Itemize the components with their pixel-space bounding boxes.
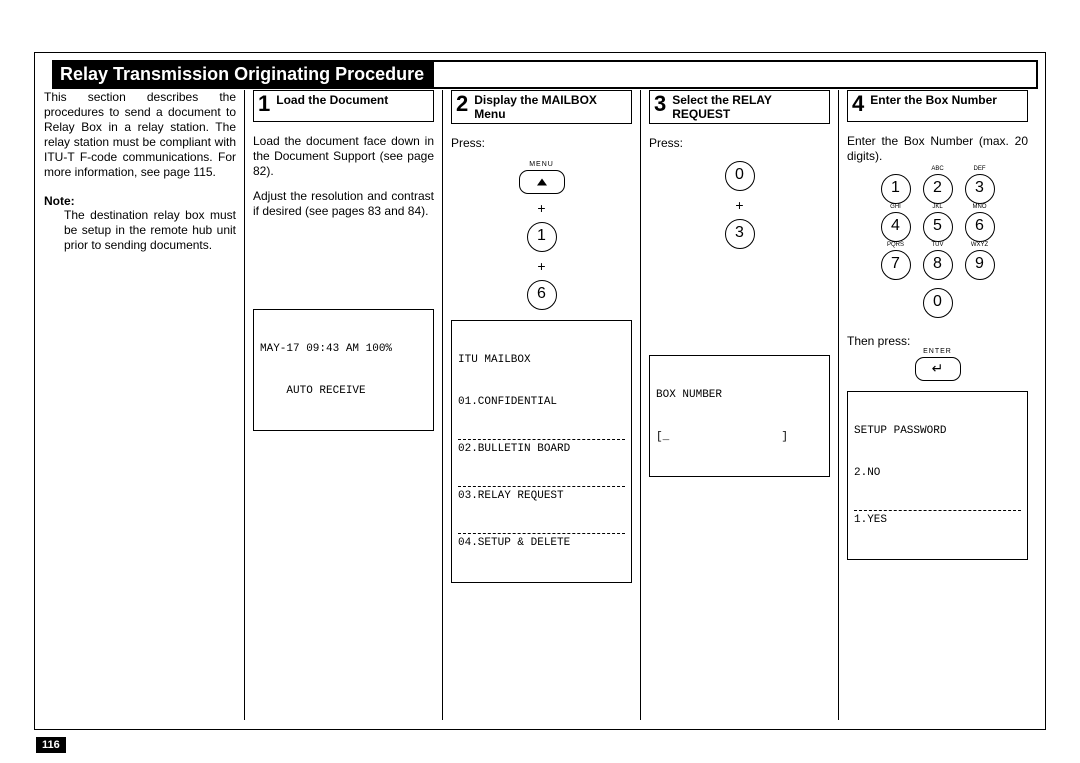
step4-num: 4 bbox=[852, 93, 864, 115]
lcd-row: AUTO RECEIVE bbox=[260, 384, 427, 398]
keypad-key[interactable]: 6 bbox=[965, 212, 995, 242]
lcd-row: 2.NO bbox=[854, 466, 1021, 480]
step2-column: 2 Display the MAILBOX Menu Press: MENU +… bbox=[442, 90, 640, 720]
key-sublabel: PQRS bbox=[875, 242, 917, 248]
key-6[interactable]: 6 bbox=[527, 280, 557, 310]
step1-column: 1 Load the Document Load the document fa… bbox=[244, 90, 442, 720]
menu-label: MENU bbox=[451, 161, 632, 168]
step4-column: 4 Enter the Box Number Enter the Box Num… bbox=[838, 90, 1036, 720]
lcd-row: ITU MAILBOX bbox=[458, 353, 625, 367]
keypad-key[interactable]: 0 bbox=[923, 288, 953, 318]
key-1[interactable]: 1 bbox=[527, 222, 557, 252]
key-3[interactable]: 3 bbox=[725, 219, 755, 249]
plus-icon: + bbox=[451, 200, 632, 216]
plus-icon: + bbox=[649, 197, 830, 213]
keypad-key[interactable]: 1 bbox=[881, 174, 911, 204]
note-label: Note: bbox=[44, 194, 75, 208]
numeric-keypad: 1 ABC2 DEF3 GHI4 JKL5 MNO6 PQRS7 TUV8 WX… bbox=[875, 174, 1001, 326]
enter-label: ENTER bbox=[847, 348, 1028, 355]
keypad-key[interactable]: 9 bbox=[965, 250, 995, 280]
key-sublabel: JKL bbox=[917, 204, 959, 210]
step1-p1: Load the document face down in the Docum… bbox=[253, 134, 434, 179]
up-triangle-icon bbox=[537, 179, 547, 186]
step1-head: 1 Load the Document bbox=[253, 90, 434, 122]
lcd-row: BOX NUMBER bbox=[656, 388, 823, 402]
step1-num: 1 bbox=[258, 93, 270, 115]
lcd-row: MAY-17 09:43 AM 100% bbox=[260, 342, 427, 356]
step2-head: 2 Display the MAILBOX Menu bbox=[451, 90, 632, 124]
lcd-row: 04.SETUP & DELETE bbox=[458, 533, 625, 550]
page-number: 116 bbox=[36, 737, 66, 753]
step2-press: Press: bbox=[451, 136, 632, 151]
step3-num: 3 bbox=[654, 93, 666, 115]
plus-icon: + bbox=[451, 258, 632, 274]
step2-num: 2 bbox=[456, 93, 468, 115]
note-block: Note: The destination relay box must be … bbox=[44, 194, 236, 253]
step3-column: 3 Select the RELAY REQUEST Press: 0 + 3 … bbox=[640, 90, 838, 720]
then-press: Then press: bbox=[847, 334, 1028, 348]
step1-p2: Adjust the resolution and contrast if de… bbox=[253, 189, 434, 219]
step2-title: Display the MAILBOX Menu bbox=[474, 93, 627, 121]
step4-p1: Enter the Box Number (max. 20 digits). bbox=[847, 134, 1028, 164]
columns: This section describes the procedures to… bbox=[36, 90, 1040, 720]
step3-press: Press: bbox=[649, 136, 830, 151]
lcd-row: 03.RELAY REQUEST bbox=[458, 486, 625, 503]
step2-lcd: ITU MAILBOX 01.CONFIDENTIAL 02.BULLETIN … bbox=[451, 320, 632, 583]
key-sublabel: TUV bbox=[917, 242, 959, 248]
key-sublabel: MNO bbox=[959, 204, 1001, 210]
keypad-key[interactable]: 5 bbox=[923, 212, 953, 242]
keypad-key[interactable]: 4 bbox=[881, 212, 911, 242]
key-0[interactable]: 0 bbox=[725, 161, 755, 191]
key-sublabel: DEF bbox=[959, 166, 1001, 172]
step4-head: 4 Enter the Box Number bbox=[847, 90, 1028, 122]
intro-column: This section describes the procedures to… bbox=[36, 90, 244, 720]
note-body: The destination relay box must be setup … bbox=[64, 208, 236, 253]
key-sublabel: WXYZ bbox=[959, 242, 1001, 248]
menu-up-button[interactable] bbox=[519, 170, 565, 194]
step4-title: Enter the Box Number bbox=[870, 93, 997, 107]
key-sublabel: ABC bbox=[917, 166, 959, 172]
step1-lcd: MAY-17 09:43 AM 100% AUTO RECEIVE bbox=[253, 309, 434, 431]
step3-head: 3 Select the RELAY REQUEST bbox=[649, 90, 830, 124]
key-sublabel: GHI bbox=[875, 204, 917, 210]
page-title: Relay Transmission Originating Procedure bbox=[54, 62, 434, 87]
step1-title: Load the Document bbox=[276, 93, 388, 107]
lcd-row: 01.CONFIDENTIAL bbox=[458, 395, 625, 409]
keypad-key[interactable]: 8 bbox=[923, 250, 953, 280]
title-band: Relay Transmission Originating Procedure bbox=[52, 60, 1038, 89]
enter-icon: ↵ bbox=[932, 360, 944, 376]
keypad-key[interactable]: 2 bbox=[923, 174, 953, 204]
step3-lcd: BOX NUMBER [_ ] bbox=[649, 355, 830, 477]
lcd-row: SETUP PASSWORD bbox=[854, 424, 1021, 438]
lcd-row: [_ ] bbox=[656, 430, 823, 444]
lcd-row: 1.YES bbox=[854, 510, 1021, 527]
keypad-key[interactable]: 3 bbox=[965, 174, 995, 204]
lcd-row: 02.BULLETIN BOARD bbox=[458, 439, 625, 456]
enter-button[interactable]: ↵ bbox=[915, 357, 961, 381]
intro-text: This section describes the procedures to… bbox=[44, 90, 236, 180]
step4-lcd: SETUP PASSWORD 2.NO 1.YES bbox=[847, 391, 1028, 560]
step3-title: Select the RELAY REQUEST bbox=[672, 93, 825, 121]
keypad-key[interactable]: 7 bbox=[881, 250, 911, 280]
